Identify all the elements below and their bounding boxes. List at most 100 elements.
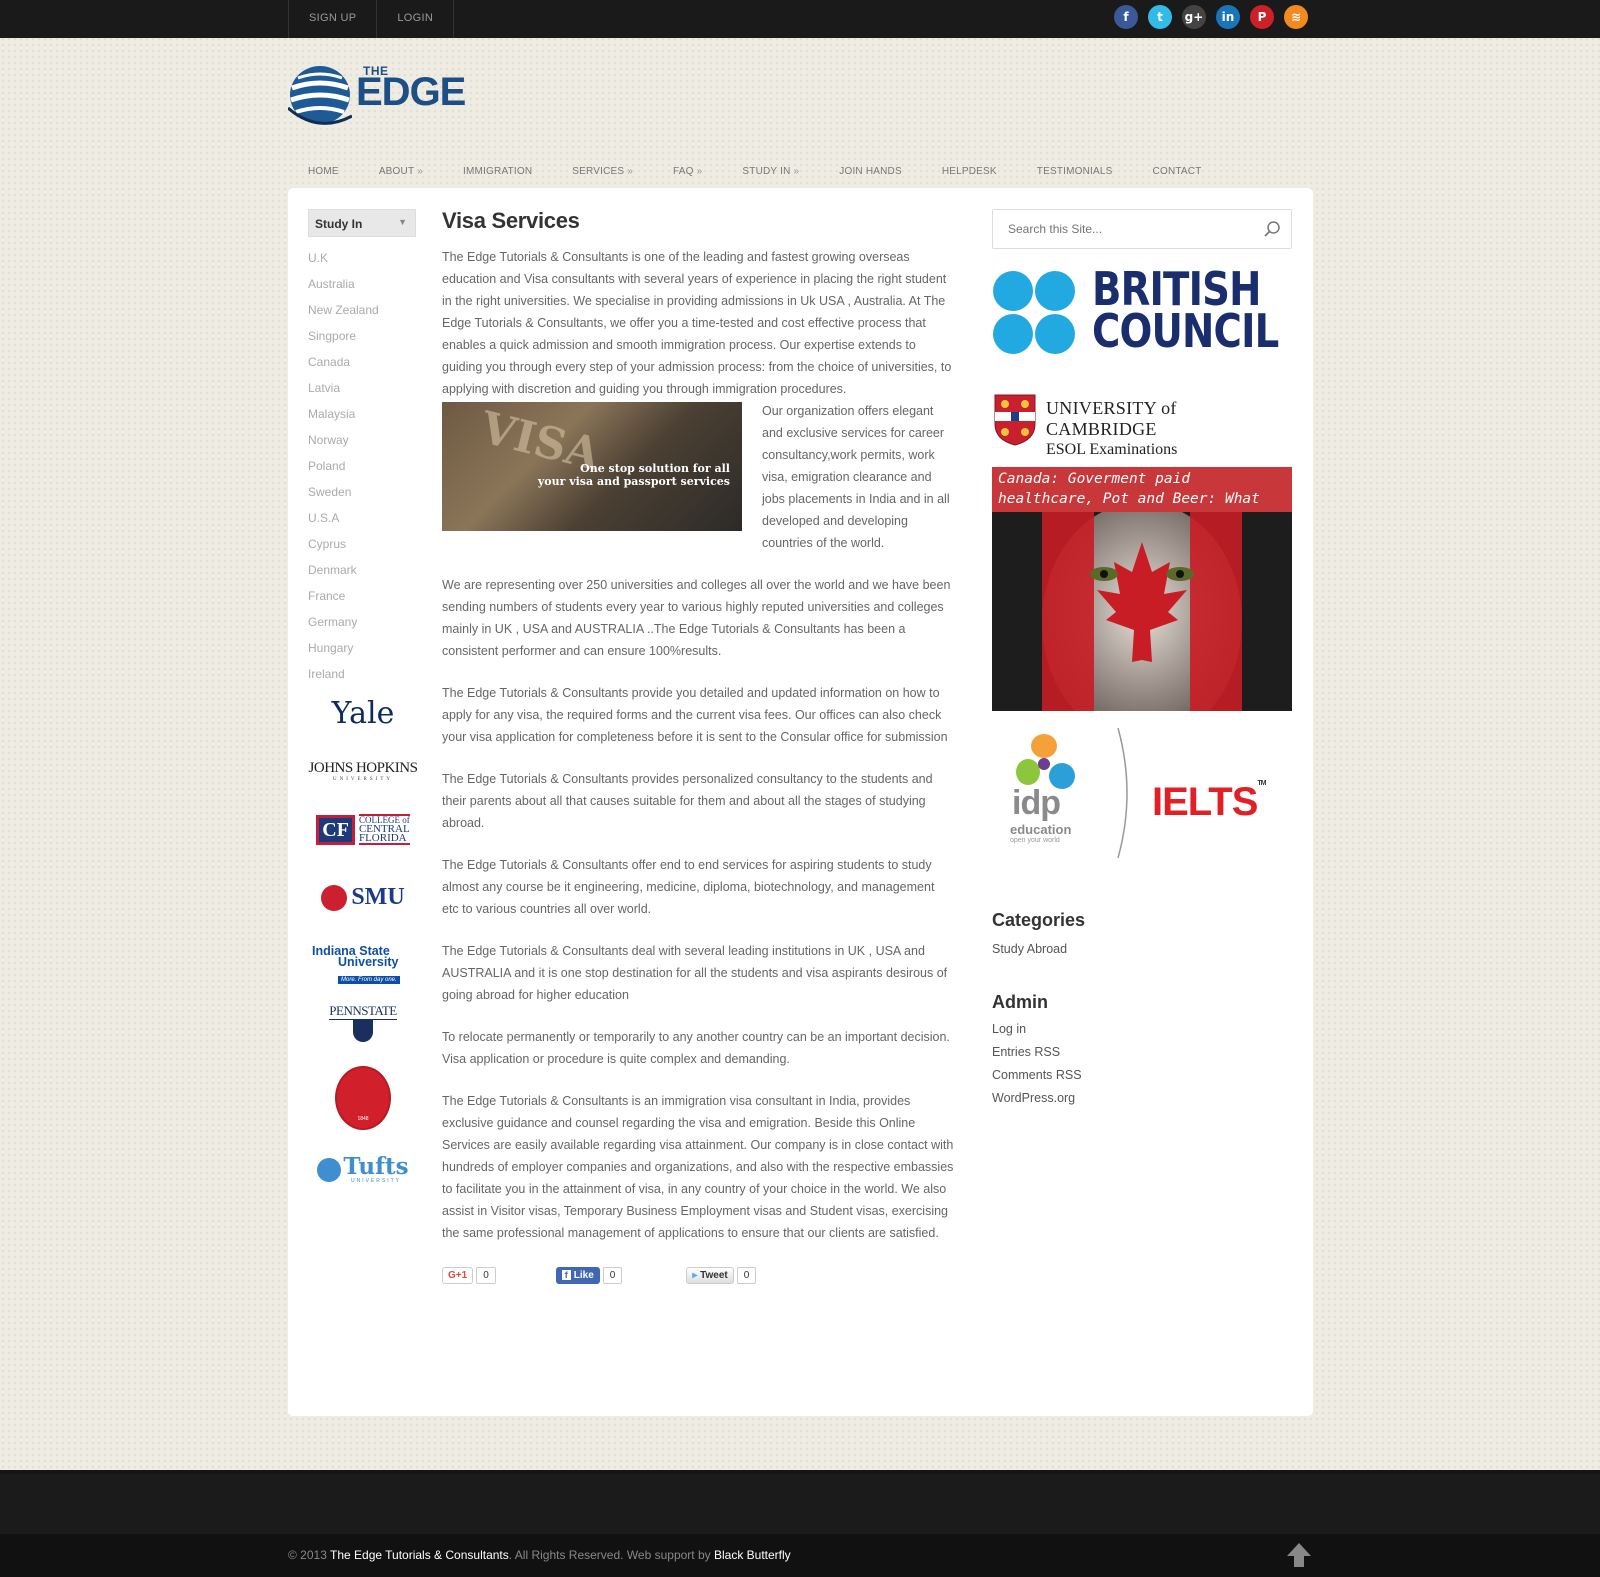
yale-logo[interactable]: Yale (308, 696, 418, 731)
country-link[interactable]: New Zealand (308, 303, 379, 317)
sidebar-link[interactable]: Entries RSS (992, 1045, 1060, 1059)
sidebar-link[interactable]: Log in (992, 1022, 1026, 1036)
smu-logo[interactable]: SMU (308, 884, 418, 916)
nav-study-in[interactable]: STUDY IN» (722, 160, 819, 184)
login-link[interactable]: LOGIN (376, 0, 455, 38)
nav-home[interactable]: HOME (288, 160, 359, 184)
nav-contact[interactable]: CONTACT (1133, 160, 1222, 184)
study-in-dropdown[interactable]: Study In ▼ (308, 209, 416, 237)
paragraph-services: The Edge Tutorials & Consultants offer e… (442, 858, 935, 916)
admin-heading: Admin (992, 992, 1048, 1012)
country-link[interactable]: Germany (308, 615, 357, 629)
page-title: Visa Services (442, 208, 580, 233)
rss-icon[interactable]: ≋ (1284, 5, 1308, 29)
country-link[interactable]: Latvia (308, 381, 340, 395)
country-item: Singpore (308, 329, 379, 355)
british-council-dots-icon (993, 271, 1075, 354)
country-link[interactable]: Australia (308, 277, 355, 291)
facebook-icon[interactable]: f (1114, 5, 1138, 29)
categories-list: Study Abroad (992, 938, 1067, 961)
chevron-down-icon: ▼ (398, 217, 407, 227)
country-item: France (308, 589, 379, 615)
college-central-florida-logo[interactable]: CF COLLEGE of CENTRAL FLORIDA (308, 814, 418, 845)
canada-banner-caption: Canada: Goverment paid healthcare, Pot a… (992, 467, 1292, 527)
country-link[interactable]: U.S.A (308, 511, 339, 525)
sidebar-link[interactable]: WordPress.org (992, 1091, 1075, 1105)
johns-hopkins-logo[interactable]: JOHNS HOPKINS UNIVERSITY (308, 760, 418, 782)
back-to-top-arrow-icon[interactable] (1286, 1542, 1312, 1568)
country-link[interactable]: Singpore (308, 329, 356, 343)
country-link[interactable]: Malaysia (308, 407, 355, 421)
idp-education: education (1010, 822, 1072, 837)
twitter-icon: ▸ (692, 1269, 698, 1281)
twitter-icon[interactable]: t (1148, 5, 1172, 29)
cambridge-esol-logo[interactable]: UNIVERSITY of CAMBRIDGE ESOL Examination… (992, 394, 1292, 458)
ole-miss-logo[interactable]: 1848 (308, 1066, 418, 1130)
account-links: SIGN UP LOGIN (288, 0, 455, 38)
country-link[interactable]: Sweden (308, 485, 351, 499)
country-item: U.K (308, 251, 379, 277)
nav-join-hands[interactable]: JOIN HANDS (819, 160, 922, 184)
tufts-logo[interactable]: Tufts UNIVERSITY (308, 1155, 418, 1187)
country-link[interactable]: Cyprus (308, 537, 346, 551)
sidebar-link[interactable]: Study Abroad (992, 942, 1067, 956)
paragraph-relocate: To relocate permanently or temporarily t… (442, 1030, 950, 1066)
canada-banner[interactable]: Canada: Goverment paid healthcare, Pot a… (992, 467, 1292, 711)
footer-company-link[interactable]: The Edge Tutorials & Consultants (330, 1548, 509, 1562)
logo-divider (1117, 728, 1128, 858)
pinterest-icon[interactable]: P (1250, 5, 1274, 29)
signup-link[interactable]: SIGN UP (288, 0, 376, 38)
search-icon[interactable] (1263, 220, 1281, 238)
country-link[interactable]: U.K (308, 251, 328, 265)
country-item: Denmark (308, 563, 379, 589)
country-link[interactable]: Ireland (308, 667, 345, 681)
sidebar-link[interactable]: Comments RSS (992, 1068, 1082, 1082)
nav-services[interactable]: SERVICES» (552, 160, 653, 184)
linkedin-icon[interactable]: in (1216, 5, 1240, 29)
top-bar: SIGN UP LOGIN f t g+ in P ≋ (0, 0, 1600, 38)
share-buttons: G+1 0 f Like 0 ▸ Tweet 0 (442, 1264, 954, 1286)
facebook-icon: f (561, 1269, 571, 1280)
admin-list: Log in Entries RSS Comments RSS WordPress.o… (992, 1018, 1082, 1110)
cambridge-crest-icon (994, 394, 1036, 446)
country-link[interactable]: France (308, 589, 345, 603)
country-link[interactable]: Hungary (308, 641, 353, 655)
country-item: Ireland (308, 667, 379, 693)
tweet-button[interactable]: ▸ Tweet 0 (686, 1266, 757, 1284)
article: Visa Services The Edge Tutorials & Consu… (442, 208, 954, 1286)
nav-about[interactable]: ABOUT» (359, 160, 443, 184)
ielts-word: IELTSTM (1152, 780, 1266, 824)
nav-testimonials[interactable]: TESTIMONIALS (1017, 160, 1133, 184)
indiana-state-logo[interactable]: Indiana State University More. From day … (308, 945, 418, 986)
nav-faq[interactable]: FAQ» (653, 160, 722, 184)
country-link[interactable]: Canada (308, 355, 350, 369)
country-item: Canada (308, 355, 379, 381)
country-link[interactable]: Denmark (308, 563, 357, 577)
facebook-like[interactable]: f Like 0 (555, 1266, 623, 1284)
country-item: New Zealand (308, 303, 379, 329)
penn-state-shield-icon (353, 1020, 373, 1042)
nav-helpdesk[interactable]: HELPDESK (922, 160, 1017, 184)
country-item: Norway (308, 433, 379, 459)
idp-ielts-logo[interactable]: idp education open your world IELTSTM (992, 728, 1292, 868)
site-logo[interactable]: THE EDGE (288, 62, 500, 128)
country-item: Australia (308, 277, 379, 303)
british-council-logo[interactable]: BRITISH COUNCIL (992, 266, 1292, 356)
sidebar-list-item: WordPress.org (992, 1087, 1082, 1110)
paragraph-consultancy: The Edge Tutorials & Consultants provide… (442, 772, 933, 830)
paragraph-intro: The Edge Tutorials & Consultants is one … (442, 250, 952, 396)
country-link[interactable]: Norway (308, 433, 349, 447)
tufts-seal-icon (317, 1158, 342, 1182)
nav-immigration[interactable]: IMMIGRATION (443, 160, 552, 184)
google-plus-share[interactable]: G+1 0 (442, 1266, 496, 1284)
penn-state-logo[interactable]: PENNSTATE (308, 1002, 418, 1047)
footer-copyright: © 2013 The Edge Tutorials & Consultants.… (288, 1548, 791, 1562)
country-item: Hungary (308, 641, 379, 667)
search-input[interactable] (993, 210, 1253, 248)
country-link[interactable]: Poland (308, 459, 345, 473)
footer-support-link[interactable]: Black Butterfly (714, 1548, 791, 1562)
paragraph-universities: We are representing over 250 universitie… (442, 578, 951, 658)
visa-passport-image: VISA One stop solution for all your visa… (442, 402, 742, 531)
country-item: U.S.A (308, 511, 379, 537)
google-plus-icon[interactable]: g+ (1182, 5, 1206, 29)
